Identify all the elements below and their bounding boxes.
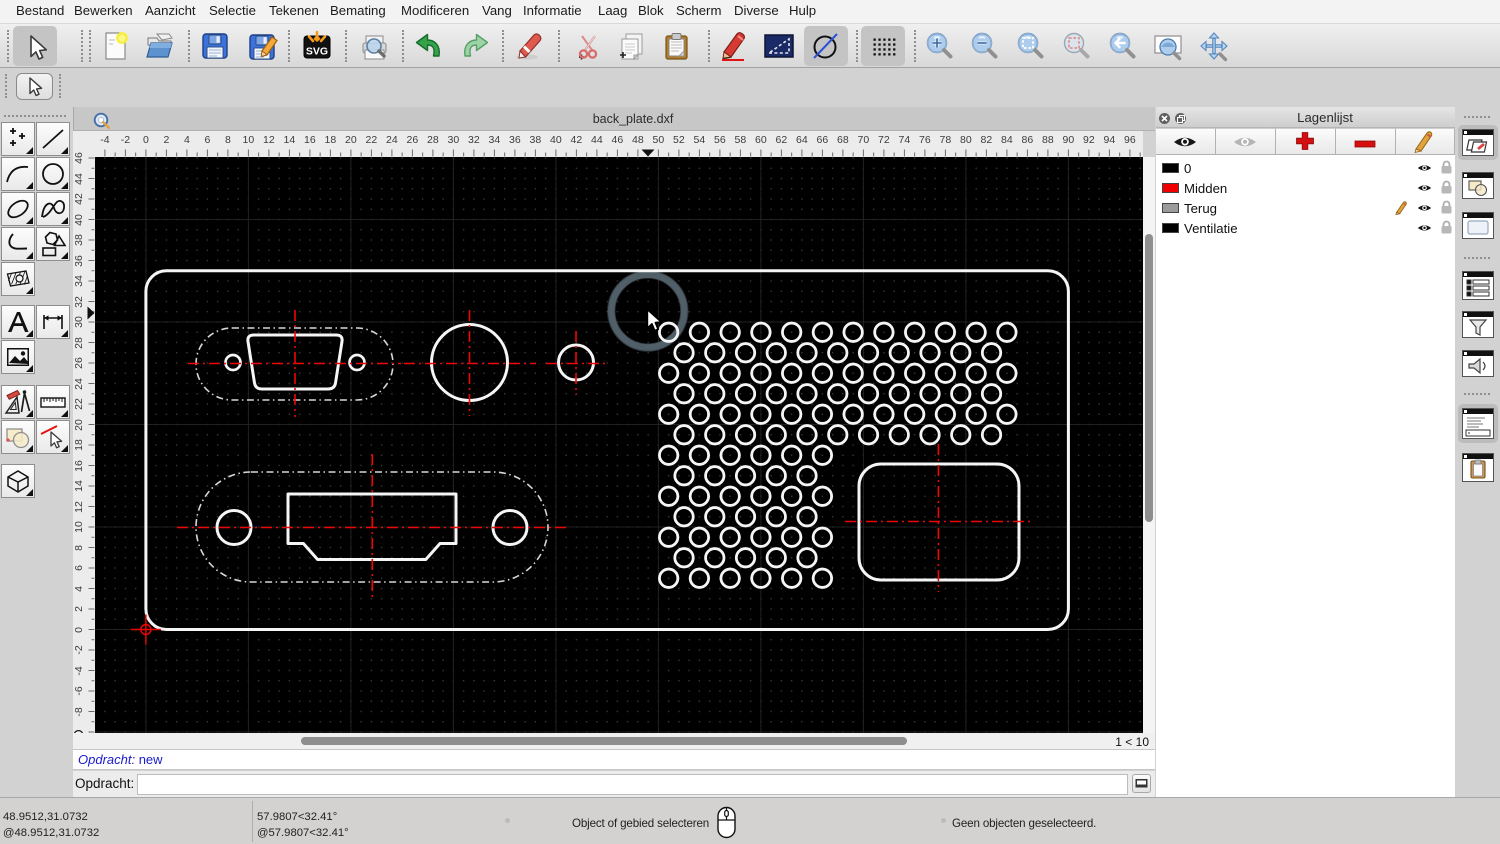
svg-text:SVG: SVG xyxy=(306,46,328,58)
